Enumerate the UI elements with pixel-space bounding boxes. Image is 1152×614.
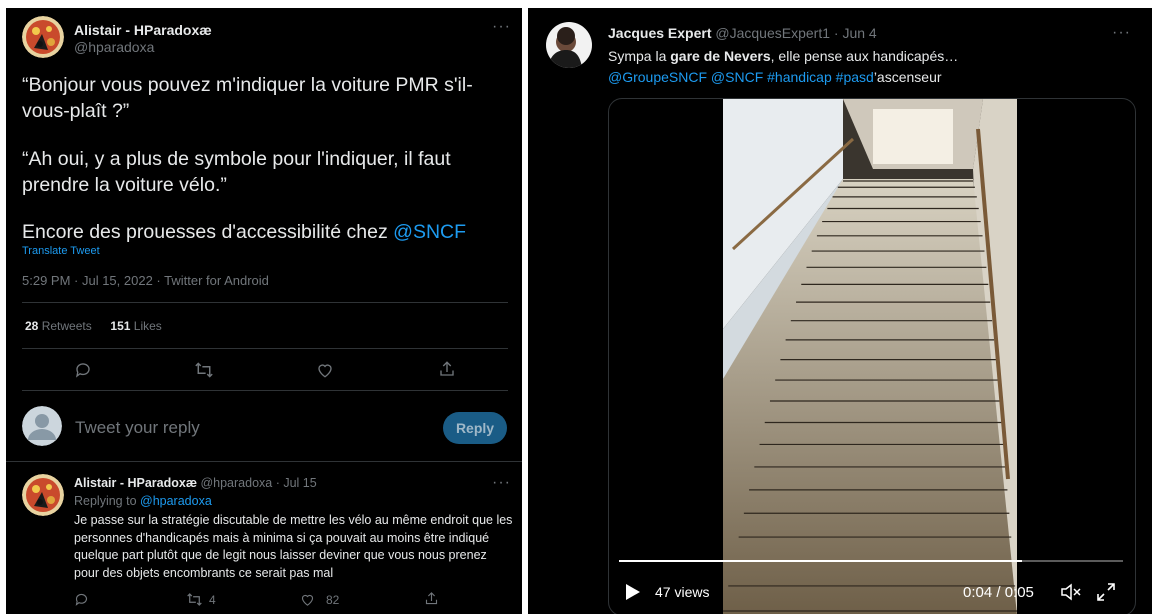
tweet-paragraph-2: “Ah oui, y a plus de symbole pour l'indi… [22,148,451,196]
fullscreen-icon[interactable] [1097,583,1115,601]
divider [22,348,508,349]
video-player[interactable]: 47 views 0:04 / 0:05 [608,98,1136,614]
mention-sncf[interactable]: @SNCF [711,69,763,85]
replying-handle[interactable]: @hparadoxa [140,494,212,508]
reply-button[interactable]: Reply [443,412,507,444]
user-avatar[interactable] [22,406,62,446]
author-name[interactable]: Alistair - HParadoxæ [74,22,212,38]
reply-retweet-count: 4 [209,593,216,607]
replying-label: Replying to [74,494,141,508]
hashtag-pasd[interactable]: #pasd [836,69,874,85]
author-handle[interactable]: @hparadoxa [74,39,154,55]
video-time: 0:04 / 0:05 [963,584,1034,601]
likes-count[interactable]: 151 [110,319,130,333]
tweet-paragraph-3-text: Encore des prouesses d'accessibilité che… [22,221,394,243]
reply-author-name[interactable]: Alistair - HParadoxæ [74,476,197,490]
tweet-paragraph-1: “Bonjour vous pouvez m'indiquer la voitu… [22,74,473,122]
right-author-handle[interactable]: @JacquesExpert1 [715,25,830,41]
retweets-label[interactable]: Retweets [42,319,92,333]
reply-text: Je passe sur la stratégie discutable de … [74,513,513,580]
right-text-2: , elle pense aux handicapés… [770,48,959,64]
reply-author-handle[interactable]: @hparadoxa [200,476,272,490]
right-tweet-panel: Jacques Expert @JacquesExpert1 · Jun 4 ·… [528,8,1152,614]
right-text-3: ’ascenseur [873,69,942,85]
reply-author-avatar[interactable] [22,474,64,516]
right-tweet-text: Sympa la gare de Nevers, elle pense aux … [608,46,1128,88]
right-date[interactable]: · Jun 4 [834,25,877,41]
video-frame [723,99,1017,614]
reply-icon[interactable] [74,592,89,607]
hashtag-handicap[interactable]: #handicap [767,69,832,85]
tweet-paragraph-3: Encore des prouesses d'accessibilité che… [22,219,506,245]
reply-icon[interactable] [74,361,92,379]
reply-date[interactable]: · Jul 15 [276,476,317,490]
share-icon[interactable] [424,591,439,606]
engagement-stats: 28 Retweets 151 Likes [25,319,162,333]
like-icon[interactable] [316,361,334,379]
right-author-name[interactable]: Jacques Expert [608,25,712,41]
share-icon[interactable] [438,360,456,378]
divider [22,390,508,391]
play-icon[interactable] [625,583,641,601]
tweet-meta: 5:29 PM · Jul 15, 2022 · Twitter for And… [22,273,269,288]
more-icon[interactable]: ··· [1112,24,1131,42]
reply-like-count: 82 [326,593,340,607]
section-separator [6,461,522,462]
right-header: Jacques Expert @JacquesExpert1 · Jun 4 [608,25,877,41]
author-avatar[interactable] [22,16,64,58]
left-tweet-panel: Alistair - HParadoxæ @hparadoxa ··· “Bon… [6,8,522,614]
right-text-1: Sympa la [608,48,671,64]
mention-groupesncf[interactable]: @GroupeSNCF [608,69,707,85]
right-text-bold: gare de Nevers [670,48,771,64]
translate-link[interactable]: Translate Tweet [22,245,100,257]
more-icon[interactable]: ··· [492,18,511,36]
tweet-body: “Bonjour vous pouvez m'indiquer la voitu… [22,72,506,245]
replying-to: Replying to @hparadoxa [74,494,212,508]
divider [22,302,508,303]
like-icon[interactable] [300,592,315,607]
jacques-avatar[interactable] [546,22,592,68]
reply-header: Alistair - HParadoxæ @hparadoxa · Jul 15 [74,476,317,490]
reply-input[interactable]: Tweet your reply [75,418,200,438]
mute-icon[interactable] [1060,583,1082,601]
mention-sncf[interactable]: @SNCF [393,221,466,243]
likes-label[interactable]: Likes [134,319,162,333]
video-progress-fill [619,560,1022,562]
retweet-icon[interactable] [186,592,203,607]
retweet-icon[interactable] [194,361,214,379]
retweets-count[interactable]: 28 [25,319,38,333]
more-icon[interactable]: ··· [492,474,511,492]
video-views: 47 views [655,584,710,600]
